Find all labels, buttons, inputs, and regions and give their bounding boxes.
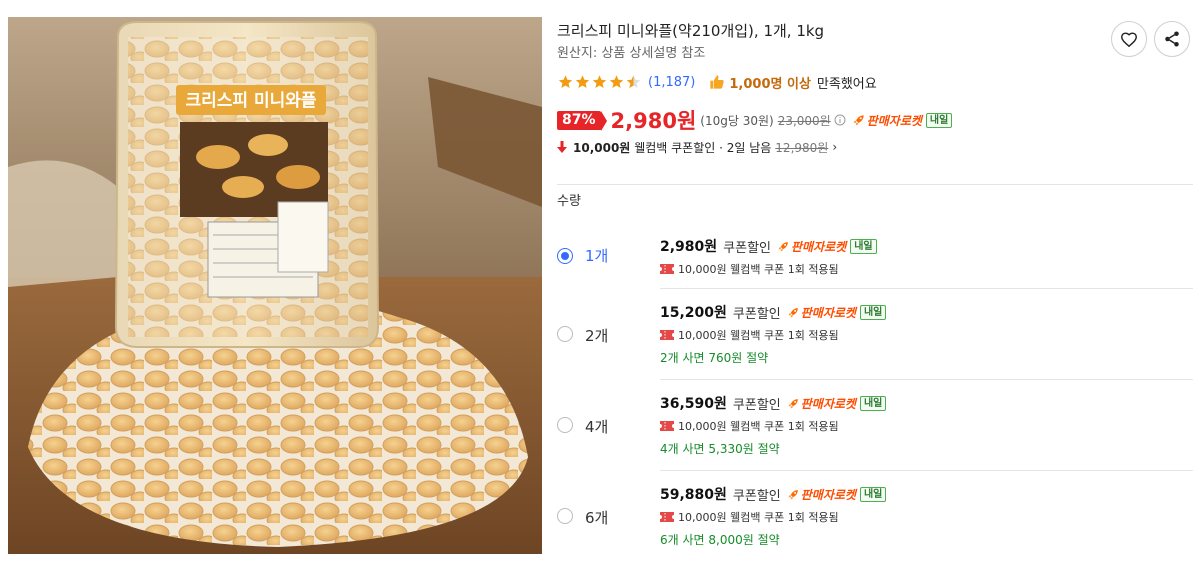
option-coupon-label: 쿠폰할인 bbox=[723, 240, 772, 256]
star-icon bbox=[558, 75, 573, 88]
sale-price: 2,980원 bbox=[610, 109, 697, 133]
coupon-description: 웰컴백 쿠폰할인 · 2일 남음 bbox=[634, 140, 772, 155]
down-arrow-icon bbox=[557, 141, 567, 153]
seller-rocket-label: 판매자로켓 bbox=[800, 487, 856, 502]
star-icon bbox=[575, 75, 590, 88]
tomorrow-badge: 내일 bbox=[850, 238, 877, 254]
seller-rocket-label: 판매자로켓 bbox=[800, 305, 856, 320]
satisfied-count: 1,000명 이상 bbox=[729, 76, 811, 92]
ticket-icon bbox=[660, 421, 674, 431]
option-welcome-coupon: 10,000원 웰컴백 쿠폰 1회 적용됨 bbox=[678, 329, 839, 342]
bag-label: 크리스피 미니와플 bbox=[185, 91, 316, 111]
half-star-icon bbox=[626, 75, 641, 88]
option-welcome-coupon: 10,000원 웰컴백 쿠폰 1회 적용됨 bbox=[678, 511, 839, 524]
heart-icon bbox=[1120, 32, 1138, 47]
option-saving: 2개 사면 760원 절약 bbox=[660, 350, 769, 365]
discount-badge: 87% bbox=[557, 110, 606, 131]
option-quantity: 4개 bbox=[585, 418, 609, 436]
info-icon[interactable] bbox=[834, 114, 846, 126]
radio-button[interactable] bbox=[557, 326, 573, 342]
rocket-icon bbox=[853, 115, 864, 126]
review-count-link[interactable]: (1,187) bbox=[648, 75, 695, 90]
radio-button[interactable] bbox=[557, 417, 573, 433]
option-saving: 6개 사면 8,000원 절약 bbox=[660, 532, 780, 547]
product-image: 크리스피 미니와플 bbox=[8, 17, 542, 554]
share-button[interactable] bbox=[1154, 21, 1190, 57]
option-price: 2,980원 bbox=[660, 239, 718, 255]
option-price: 15,200원 bbox=[660, 305, 727, 321]
option-price: 59,880원 bbox=[660, 487, 727, 503]
option-coupon-label: 쿠폰할인 bbox=[732, 397, 781, 413]
option-quantity: 6개 bbox=[585, 509, 609, 527]
seller-rocket-label: 판매자로켓 bbox=[866, 113, 922, 128]
coupon-amount: 10,000원 bbox=[573, 140, 631, 155]
star-rating bbox=[557, 74, 642, 90]
rocket-icon bbox=[778, 241, 788, 251]
radio-button-selected[interactable] bbox=[557, 248, 573, 264]
option-quantity: 2개 bbox=[585, 327, 609, 345]
option-price: 36,590원 bbox=[660, 396, 727, 412]
option-coupon-label: 쿠폰할인 bbox=[732, 488, 781, 504]
tomorrow-badge: 내일 bbox=[925, 112, 953, 128]
tomorrow-badge: 내일 bbox=[859, 486, 887, 502]
original-price: 23,000원 bbox=[777, 113, 831, 128]
share-icon bbox=[1165, 31, 1179, 47]
option-welcome-coupon: 10,000원 웰컴백 쿠폰 1회 적용됨 bbox=[678, 263, 839, 276]
seller-rocket-label: 판매자로켓 bbox=[800, 396, 856, 411]
ticket-icon bbox=[660, 264, 674, 274]
seller-rocket-label: 판매자로켓 bbox=[791, 239, 847, 254]
radio-button[interactable] bbox=[557, 508, 573, 524]
product-title: 크리스피 미니와플(약210개입), 1개, 1kg bbox=[557, 22, 825, 40]
rocket-icon bbox=[788, 489, 798, 499]
star-icon bbox=[592, 75, 607, 88]
thumbs-up-icon bbox=[710, 75, 725, 89]
option-quantity: 1개 bbox=[585, 247, 609, 265]
favorite-button[interactable] bbox=[1111, 21, 1147, 57]
coupon-row[interactable]: 10,000원 웰컴백 쿠폰할인 · 2일 남음 12,980원 › bbox=[557, 137, 837, 157]
chevron-right-icon: › bbox=[832, 140, 838, 154]
tomorrow-badge: 내일 bbox=[859, 304, 887, 320]
coupon-original-price: 12,980원 bbox=[775, 140, 829, 155]
quantity-option-4[interactable]: 6개 59,880원 쿠폰할인 판매자로켓 내일 10,000원 웰컴백 쿠폰 … bbox=[557, 484, 1193, 562]
price-row: 87% 2,980원 (10g당 30원) 23,000원 판매자로켓 내일 bbox=[557, 107, 953, 133]
ticket-icon bbox=[660, 512, 674, 522]
star-icon bbox=[609, 75, 624, 88]
option-divider bbox=[660, 288, 1193, 289]
tomorrow-badge: 내일 bbox=[859, 395, 887, 411]
option-divider bbox=[660, 379, 1193, 380]
option-welcome-coupon: 10,000원 웰컴백 쿠폰 1회 적용됨 bbox=[678, 420, 839, 433]
section-divider bbox=[557, 184, 1193, 185]
satisfied-text: 만족했어요 bbox=[816, 76, 877, 92]
option-divider bbox=[660, 470, 1193, 471]
unit-price: (10g당 30원) bbox=[700, 113, 774, 128]
rocket-icon bbox=[788, 307, 798, 317]
ticket-icon bbox=[660, 330, 674, 340]
option-saving: 4개 사면 5,330원 절약 bbox=[660, 441, 780, 456]
rocket-icon bbox=[788, 398, 798, 408]
rating-row: (1,187) 1,000명 이상 만족했어요 bbox=[557, 72, 877, 92]
quantity-label: 수량 bbox=[557, 194, 581, 209]
origin-text: 원산지: 상품 상세설명 참조 bbox=[557, 46, 706, 61]
option-coupon-label: 쿠폰할인 bbox=[732, 306, 781, 322]
